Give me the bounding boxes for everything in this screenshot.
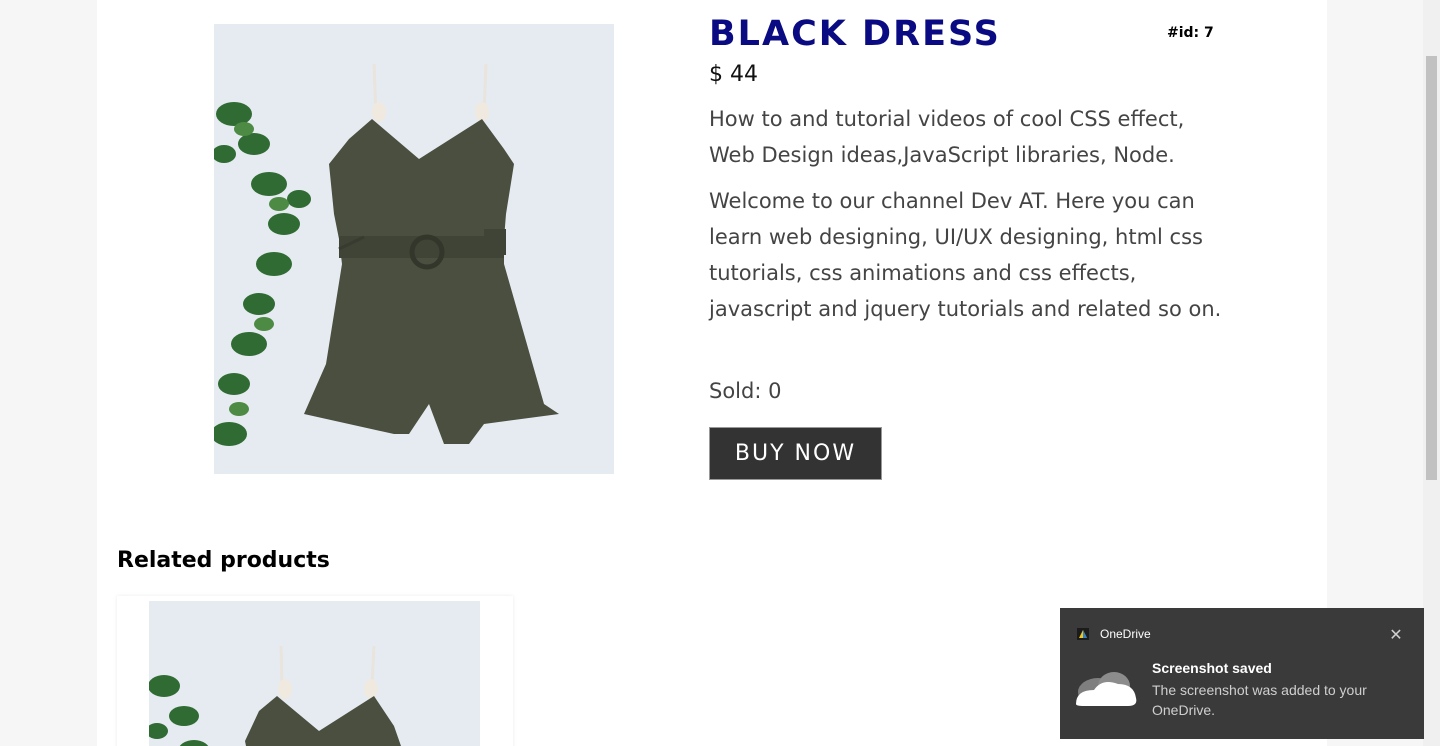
product-description-1: How to and tutorial videos of cool CSS e… <box>709 107 1185 167</box>
toast-app-name: OneDrive <box>1100 627 1151 641</box>
related-product-image[interactable] <box>149 601 480 746</box>
onedrive-cloud-icon <box>1076 672 1137 706</box>
product-id-label: #id: 7 <box>1167 25 1214 41</box>
page: BLACK DRESS #id: 7 $ 44 How to and tutor… <box>0 0 1440 746</box>
dress-photo <box>149 601 480 746</box>
buy-now-button[interactable]: BUY NOW <box>709 427 882 480</box>
product-description-2: Welcome to our channel Dev AT. Here you … <box>709 189 1222 321</box>
sold-count: Sold: 0 <box>709 379 782 403</box>
related-products-heading: Related products <box>117 548 330 573</box>
toast-body: The screenshot was added to your OneDriv… <box>1152 682 1367 718</box>
page-scrollbar[interactable] <box>1423 0 1440 746</box>
scrollbar-thumb[interactable] <box>1426 56 1437 480</box>
product-title: BLACK DRESS <box>709 14 1001 54</box>
dress-photo <box>214 24 614 474</box>
onedrive-toast[interactable]: OneDrive ✕ Screenshot saved The screensh… <box>1060 608 1424 739</box>
product-image <box>214 24 614 474</box>
toast-title: Screenshot saved <box>1152 660 1272 676</box>
related-product-card[interactable] <box>117 596 513 746</box>
onedrive-app-icon <box>1077 628 1089 640</box>
close-icon[interactable]: ✕ <box>1386 625 1406 645</box>
product-price: $ 44 <box>709 62 758 87</box>
